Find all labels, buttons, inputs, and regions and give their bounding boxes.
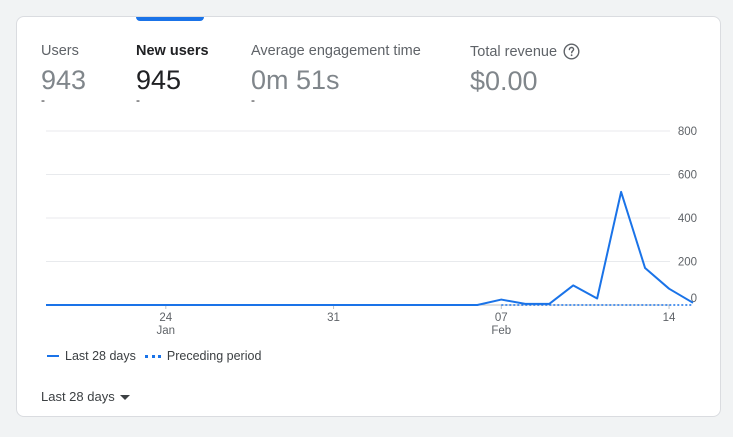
new-users-line-chart: 0 200 400 600 800 24Jan 31 07Feb 14: [46, 126, 697, 337]
series-line-last-28-days: [46, 190, 694, 306]
legend-label-previous: Preceding period: [166, 349, 262, 363]
legend-label-current: Last 28 days: [65, 349, 136, 363]
x-tick-month-label: Jan: [157, 325, 176, 337]
y-tick-label: 400: [678, 213, 697, 225]
y-tick-label: 800: [678, 126, 697, 138]
y-tick-label: 0: [691, 293, 697, 305]
x-tick-label: 24: [159, 312, 172, 324]
legend-dashed-line-icon: [144, 354, 161, 358]
x-tick-label: 07: [495, 312, 508, 324]
legend-item-current: Last 28 days: [47, 349, 136, 363]
legend-solid-line-icon: [47, 355, 59, 357]
x-tick-month-label: Feb: [491, 325, 511, 337]
chart-legend: Last 28 days Preceding period: [47, 349, 270, 363]
date-range-label: Last 28 days: [41, 389, 115, 404]
y-tick-label: 200: [678, 257, 697, 269]
x-tick-label: 31: [327, 312, 340, 324]
x-tick-label: 14: [663, 312, 676, 324]
summary-card: Users 943 - New users 945 - Average enga…: [16, 16, 721, 417]
date-range-dropdown[interactable]: Last 28 days: [41, 389, 130, 404]
legend-item-previous: Preceding period: [144, 349, 262, 363]
caret-down-icon: [119, 395, 130, 400]
y-tick-label: 600: [678, 170, 697, 182]
